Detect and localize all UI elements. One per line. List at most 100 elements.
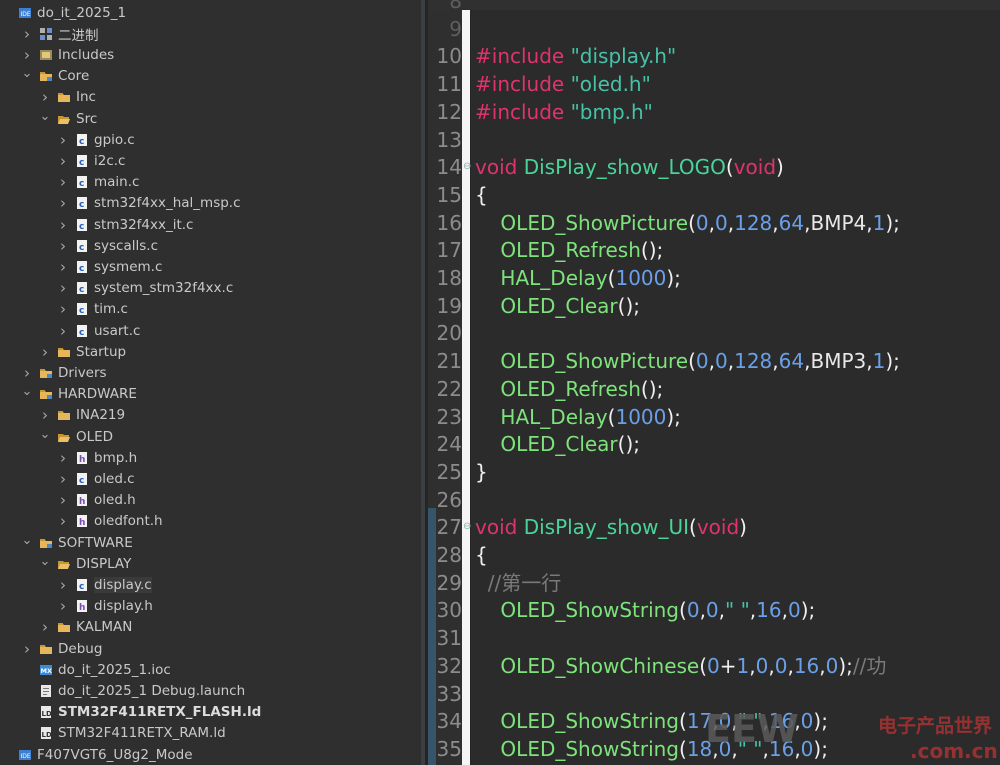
tree-item-label: do_it_2025_1 Debug.launch: [58, 682, 246, 699]
tree-item[interactable]: › c usart.c: [0, 320, 421, 341]
tree-item[interactable]: › KALMAN: [0, 617, 421, 638]
code-token: 1: [872, 210, 886, 235]
chevron-down-icon[interactable]: ⌄: [39, 109, 51, 124]
tree-item[interactable]: › Drivers: [0, 362, 421, 383]
chevron-right-icon[interactable]: ›: [57, 131, 69, 149]
code-token: //功: [852, 653, 887, 678]
line-number: 21: [436, 349, 462, 374]
tree-item[interactable]: ⌄ HARDWARE: [0, 384, 421, 405]
code-line[interactable]: }: [475, 459, 488, 486]
tree-item[interactable]: LD STM32F411RETX_RAM.ld: [0, 723, 421, 744]
chevron-right-icon[interactable]: ›: [57, 237, 69, 255]
code-line[interactable]: OLED_ShowPicture(0,0,128,64,BMP3,1);: [475, 348, 899, 375]
code-line[interactable]: //第一行: [475, 570, 562, 597]
chevron-right-icon[interactable]: ›: [21, 25, 33, 43]
svg-text:c: c: [79, 476, 84, 486]
tree-item[interactable]: › Inc: [0, 87, 421, 108]
tree-item[interactable]: › c syscalls.c: [0, 235, 421, 256]
chevron-right-icon[interactable]: ›: [57, 300, 69, 318]
chevron-right-icon[interactable]: ›: [57, 258, 69, 276]
editor-top-strip: [428, 0, 1000, 10]
code-line[interactable]: HAL_Delay(1000);: [475, 404, 681, 431]
chevron-down-icon[interactable]: ⌄: [21, 533, 33, 548]
tree-item[interactable]: ⌄ DISPLAY: [0, 553, 421, 574]
code-line[interactable]: {: [475, 182, 488, 209]
tree-item[interactable]: ⌄ Src: [0, 108, 421, 129]
fold-toggle-icon[interactable]: ⊖: [463, 522, 471, 532]
chevron-right-icon[interactable]: ›: [21, 46, 33, 64]
tree-item[interactable]: ⌄ Core: [0, 66, 421, 87]
code-line[interactable]: OLED_ShowPicture(0,0,128,64,BMP4,1);: [475, 210, 899, 237]
tree-item[interactable]: › c display.c: [0, 574, 421, 595]
tree-item[interactable]: › h oledfont.h: [0, 511, 421, 532]
chevron-right-icon[interactable]: ›: [57, 279, 69, 297]
tree-item[interactable]: › c main.c: [0, 172, 421, 193]
tree-item[interactable]: › Startup: [0, 341, 421, 362]
code-line[interactable]: #include "oled.h": [475, 71, 651, 98]
chevron-right-icon[interactable]: ›: [39, 88, 51, 106]
tree-item[interactable]: IDE do_it_2025_1: [0, 2, 421, 23]
chevron-right-icon[interactable]: ›: [57, 512, 69, 530]
chevron-right-icon[interactable]: ›: [39, 343, 51, 361]
tree-item[interactable]: do_it_2025_1 Debug.launch: [0, 680, 421, 701]
code-line[interactable]: HAL_Delay(1000);: [475, 265, 681, 292]
tree-item[interactable]: MX do_it_2025_1.ioc: [0, 659, 421, 680]
tree-item[interactable]: › c stm32f4xx_hal_msp.c: [0, 193, 421, 214]
chevron-down-icon[interactable]: ⌄: [21, 384, 33, 399]
tree-item[interactable]: ⌄ SOFTWARE: [0, 532, 421, 553]
chevron-right-icon[interactable]: ›: [57, 216, 69, 234]
line-number: 28: [436, 543, 462, 567]
tree-item-label: OLED: [76, 428, 114, 445]
code-line[interactable]: OLED_Clear();: [475, 431, 640, 458]
chevron-right-icon[interactable]: ›: [57, 449, 69, 467]
code-line[interactable]: #include "display.h": [475, 43, 676, 70]
chevron-right-icon[interactable]: ›: [57, 322, 69, 340]
chevron-down-icon[interactable]: ⌄: [21, 66, 33, 81]
chevron-right-icon[interactable]: ›: [57, 576, 69, 594]
tree-item[interactable]: › c oled.c: [0, 468, 421, 489]
code-token: DisPlay_show_UI: [523, 515, 689, 540]
code-token: OLED_ShowChinese: [475, 653, 700, 678]
tree-item[interactable]: › 二进制: [0, 23, 421, 44]
tree-item[interactable]: › c stm32f4xx_it.c: [0, 214, 421, 235]
tree-item[interactable]: › c i2c.c: [0, 150, 421, 171]
tree-item[interactable]: › c tim.c: [0, 299, 421, 320]
code-line[interactable]: #include "bmp.h": [475, 99, 653, 126]
tree-item[interactable]: IDE F407VGT6_U8g2_Mode: [0, 744, 421, 765]
chevron-right-icon[interactable]: ›: [39, 406, 51, 424]
tree-item[interactable]: › h display.h: [0, 596, 421, 617]
chevron-right-icon[interactable]: ›: [39, 618, 51, 636]
tree-item[interactable]: › c sysmem.c: [0, 256, 421, 277]
code-line[interactable]: OLED_ShowString(0,0," ",16,0);: [475, 597, 815, 624]
tree-item[interactable]: › Debug: [0, 638, 421, 659]
chevron-down-icon[interactable]: ⌄: [39, 427, 51, 442]
tree-item[interactable]: › c gpio.c: [0, 129, 421, 150]
fold-toggle-icon[interactable]: ⊖: [463, 162, 471, 172]
line-number: 17: [436, 238, 462, 263]
chevron-right-icon[interactable]: ›: [57, 152, 69, 170]
chevron-right-icon[interactable]: ›: [21, 640, 33, 658]
tree-item[interactable]: › c system_stm32f4xx.c: [0, 278, 421, 299]
chevron-right-icon[interactable]: ›: [57, 470, 69, 488]
code-line[interactable]: {: [475, 542, 488, 569]
tree-item[interactable]: › INA219: [0, 405, 421, 426]
tree-item[interactable]: LD STM32F411RETX_FLASH.ld: [0, 702, 421, 723]
tree-item-label: stm32f4xx_hal_msp.c: [94, 195, 241, 212]
tree-item[interactable]: › Includes: [0, 44, 421, 65]
chevron-right-icon[interactable]: ›: [57, 173, 69, 191]
code-line[interactable]: OLED_Clear();: [475, 293, 640, 320]
tree-item[interactable]: › h oled.h: [0, 490, 421, 511]
chevron-right-icon[interactable]: ›: [57, 597, 69, 615]
chevron-down-icon[interactable]: ⌄: [39, 554, 51, 569]
code-line[interactable]: void DisPlay_show_LOGO(void): [475, 154, 784, 181]
tree-item[interactable]: › h bmp.h: [0, 447, 421, 468]
code-line[interactable]: OLED_Refresh();: [475, 376, 663, 403]
chevron-right-icon[interactable]: ›: [21, 364, 33, 382]
code-line[interactable]: OLED_ShowChinese(0+1,0,0,16,0);//功: [475, 653, 886, 680]
h-file-icon: h: [75, 514, 89, 528]
code-line[interactable]: OLED_Refresh();: [475, 237, 663, 264]
tree-item[interactable]: ⌄ OLED: [0, 426, 421, 447]
chevron-right-icon[interactable]: ›: [57, 491, 69, 509]
chevron-right-icon[interactable]: ›: [57, 194, 69, 212]
code-line[interactable]: void DisPlay_show_UI(void): [475, 514, 747, 541]
